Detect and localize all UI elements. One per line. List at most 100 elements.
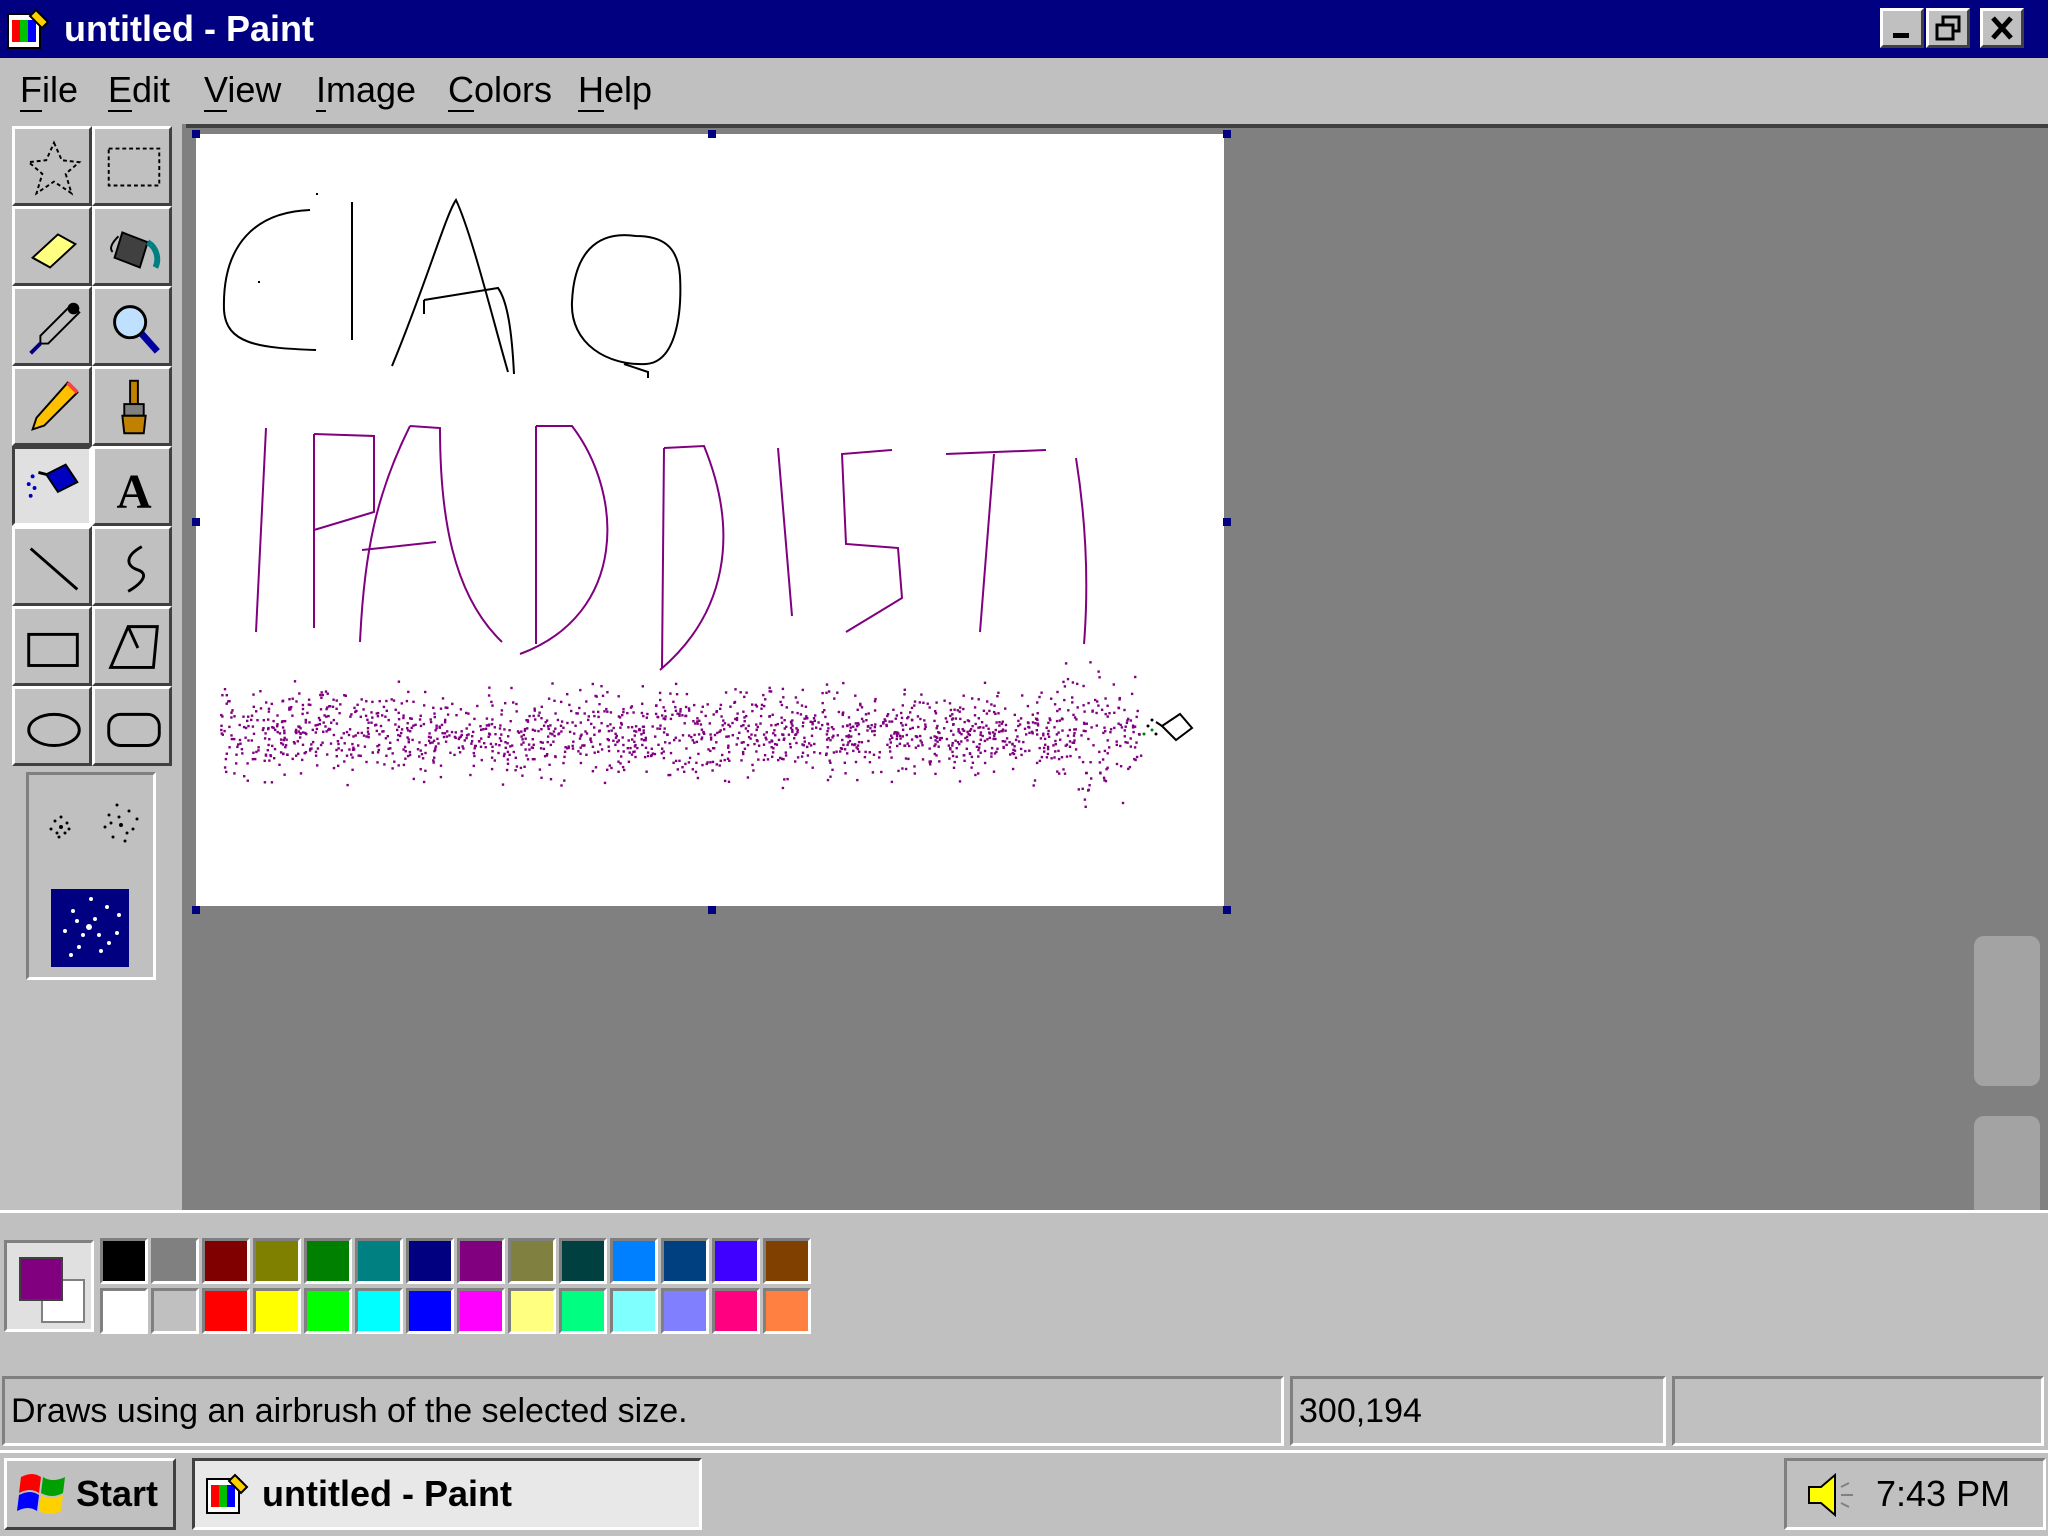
palette-color-swatch[interactable] (712, 1238, 760, 1284)
scrollbar-thumb-faded[interactable] (1974, 936, 2040, 1086)
canvas-handle-bottom-right[interactable] (1223, 906, 1231, 914)
palette-color-swatch[interactable] (559, 1288, 607, 1334)
drawing-canvas[interactable] (196, 134, 1224, 906)
tool-select[interactable] (92, 126, 172, 206)
volume-icon[interactable] (1803, 1469, 1863, 1521)
palette-color-swatch[interactable] (355, 1288, 403, 1334)
airbrush-cursor-icon (1142, 712, 1194, 742)
palette-color-swatch[interactable] (763, 1288, 811, 1334)
windows-logo-icon (17, 1474, 65, 1514)
color-box (0, 1210, 2048, 1362)
menu-colors[interactable]: Colors (448, 66, 552, 114)
menu-accelerator: F (20, 69, 42, 112)
tool-options-box (26, 772, 156, 980)
menu-accelerator: E (108, 69, 133, 112)
palette-color-swatch[interactable] (151, 1238, 199, 1284)
menu-accelerator: H (578, 69, 604, 112)
menu-label-rest: ile (42, 69, 79, 110)
palette-color-swatch[interactable] (304, 1238, 352, 1284)
palette-color-swatch[interactable] (712, 1288, 760, 1334)
menu-view[interactable]: View (204, 66, 281, 114)
palette-color-swatch[interactable] (661, 1238, 709, 1284)
airbrush-spray (220, 661, 1143, 808)
canvas-handle-bottom[interactable] (708, 906, 716, 914)
paint-app-icon[interactable] (6, 6, 52, 52)
tool-fill-with-color[interactable] (92, 206, 172, 286)
drawing-ipaddisti (255, 425, 1088, 671)
palette-color-swatch[interactable] (304, 1288, 352, 1334)
palette-color-swatch[interactable] (508, 1238, 556, 1284)
curve-icon (127, 545, 145, 593)
airbrush-medium-option[interactable] (103, 803, 139, 843)
minimize-icon (1893, 33, 1909, 38)
start-label: Start (76, 1473, 159, 1514)
tool-curve[interactable] (92, 526, 172, 606)
palette-color-swatch[interactable] (202, 1288, 250, 1334)
restore-button[interactable] (1926, 8, 1970, 48)
canvas-handle-bottom-left (192, 906, 200, 914)
menu-accelerator: I (316, 69, 327, 112)
tool-magnifier[interactable] (92, 286, 172, 366)
restore-icon (1935, 15, 1961, 41)
palette-color-swatch[interactable] (559, 1238, 607, 1284)
taskbar-paint-label: untitled - Paint (262, 1473, 512, 1514)
menu-edit[interactable]: Edit (108, 66, 170, 114)
close-icon (1991, 16, 2013, 40)
menu-image[interactable]: Image (316, 66, 416, 114)
palette-color-swatch[interactable] (610, 1238, 658, 1284)
menu-accelerator: V (204, 69, 228, 112)
tool-free-form-select[interactable] (12, 126, 92, 206)
menu-bar: File Edit View Image Colors Help (0, 58, 2048, 122)
tool-eraser[interactable] (12, 206, 92, 286)
select-icon (107, 147, 161, 187)
text-icon: A (117, 464, 152, 518)
menu-file[interactable]: File (20, 66, 78, 114)
palette-color-swatch[interactable] (406, 1238, 454, 1284)
tool-airbrush[interactable] (12, 446, 92, 526)
palette-color-swatch[interactable] (253, 1288, 301, 1334)
palette-color-swatch[interactable] (457, 1238, 505, 1284)
tool-pencil[interactable] (12, 366, 92, 446)
palette-color-swatch[interactable] (100, 1288, 148, 1334)
status-message: Draws using an airbrush of the selected … (2, 1376, 1284, 1446)
tool-rounded-rectangle[interactable] (92, 686, 172, 766)
tool-text[interactable]: A (92, 446, 172, 526)
palette-color-swatch[interactable] (253, 1238, 301, 1284)
tool-rectangle[interactable] (12, 606, 92, 686)
close-button[interactable] (1980, 8, 2024, 48)
title-bar[interactable]: untitled - Paint (0, 0, 2048, 58)
canvas-handle-right[interactable] (1223, 518, 1231, 526)
current-colors-indicator[interactable] (4, 1240, 94, 1332)
tool-line[interactable] (12, 526, 92, 606)
palette-color-swatch[interactable] (202, 1238, 250, 1284)
tool-pick-color[interactable] (12, 286, 92, 366)
paint-task-icon (206, 1473, 249, 1514)
palette-color-swatch[interactable] (355, 1238, 403, 1284)
airbrush-large-option[interactable] (51, 889, 129, 967)
eraser-icon (30, 233, 78, 269)
airbrush-small-option[interactable] (49, 815, 71, 839)
minimize-button[interactable] (1880, 8, 1924, 48)
canvas-handle-left (192, 518, 200, 526)
line-icon (29, 547, 79, 591)
palette-color-swatch[interactable] (610, 1288, 658, 1334)
menu-help[interactable]: Help (578, 66, 652, 114)
palette-color-swatch[interactable] (100, 1238, 148, 1284)
cursor-coordinates: 300,194 (1290, 1376, 1666, 1446)
polygon-icon (108, 625, 159, 669)
palette-color-swatch[interactable] (508, 1288, 556, 1334)
menu-label-rest: elp (604, 69, 653, 110)
magnifier-icon (113, 305, 160, 354)
tool-ellipse[interactable] (12, 686, 92, 766)
palette-color-swatch[interactable] (151, 1288, 199, 1334)
palette-color-swatch[interactable] (661, 1288, 709, 1334)
foreground-color-swatch (19, 1257, 63, 1301)
menu-label-rest: mage (326, 69, 417, 110)
tool-brush[interactable] (92, 366, 172, 446)
tool-polygon[interactable] (92, 606, 172, 686)
palette-color-swatch[interactable] (457, 1288, 505, 1334)
palette-color-swatch[interactable] (763, 1238, 811, 1284)
canvas-handle-top-left (192, 130, 200, 138)
menu-accelerator: C (448, 69, 474, 112)
palette-color-swatch[interactable] (406, 1288, 454, 1334)
